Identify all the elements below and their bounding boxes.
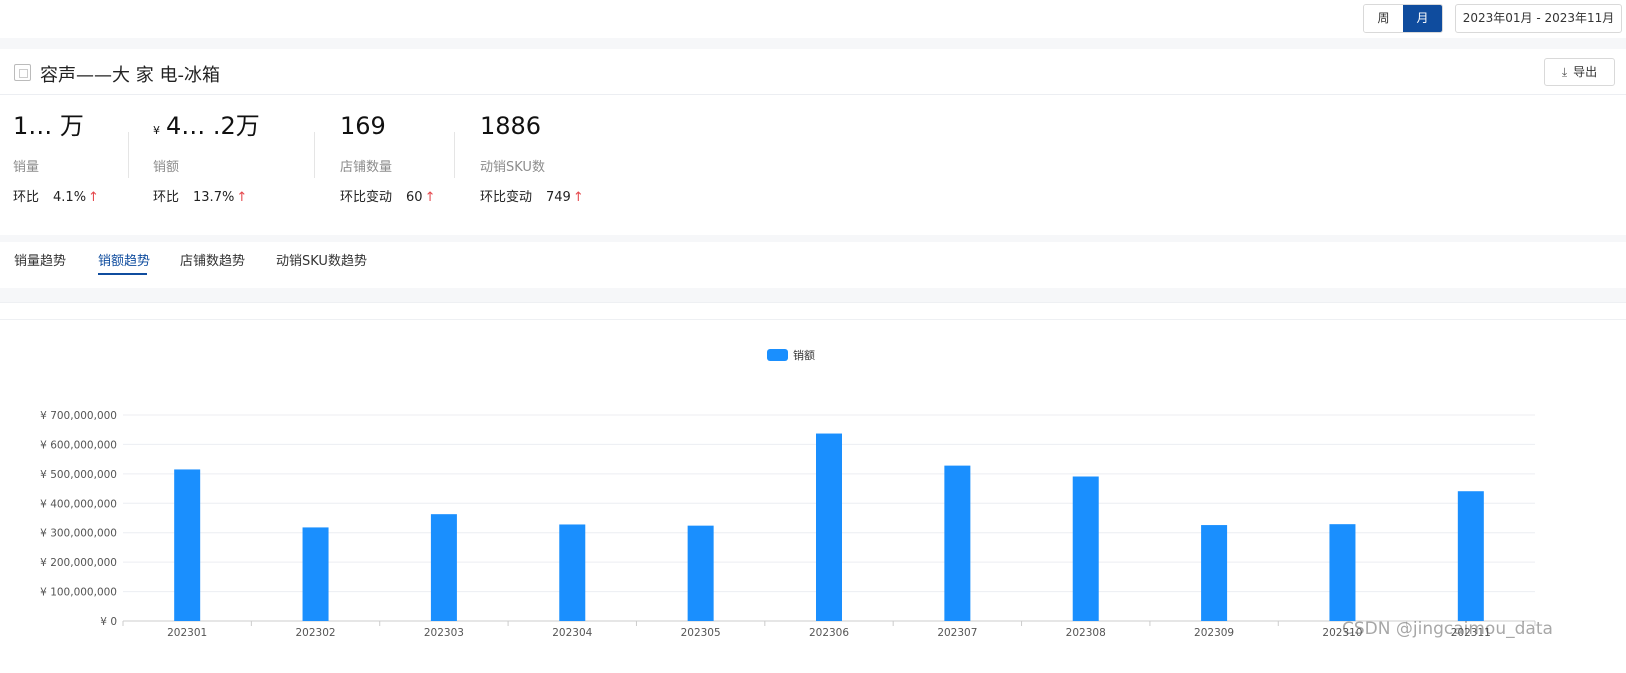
watermark: CSDN @jingcaimou_data (1342, 619, 1553, 639)
divider (454, 132, 455, 178)
metric-value: 169 (340, 112, 386, 140)
y-tick-label: ¥ 0 (100, 616, 117, 628)
metric-change: 环比 4.1% ↑ (13, 186, 99, 205)
metric-label: 销量 (13, 160, 40, 175)
bar (687, 525, 714, 621)
y-tick-label: ¥ 500,000,000 (40, 469, 117, 481)
bar (1072, 476, 1099, 621)
change-label: 环比变动 (480, 190, 533, 205)
card-header: 容声——大 家 电-冰箱 ⤓ 导出 (0, 49, 1626, 95)
x-tick-label: 202308 (1066, 627, 1106, 639)
arrow-up-icon: ↑ (236, 190, 248, 205)
download-icon: ⤓ (1561, 65, 1568, 79)
store-title: 容声——大 家 电-冰箱 (40, 65, 220, 86)
top-toolbar: 周 月 2023年01月 - 2023年11月 (0, 0, 1626, 38)
bar (944, 465, 971, 621)
metric-label: 销额 (153, 160, 180, 175)
bar (816, 433, 842, 621)
x-tick-label: 202307 (937, 627, 977, 639)
bar (174, 469, 201, 621)
x-tick-label: 202306 (809, 627, 849, 639)
change-value: 60 (406, 190, 423, 205)
y-tick-label: ¥ 700,000,000 (40, 410, 117, 422)
bar (430, 514, 457, 621)
trend-tabs: 销量趋势 销额趋势 店铺数趋势 动销SKU数趋势 (0, 242, 1626, 288)
metric-change: 环比 13.7% ↑ (153, 186, 247, 205)
arrow-up-icon: ↑ (88, 190, 99, 205)
metric-store-count: 169 店铺数量 环比变动 60 ↑ (340, 112, 435, 205)
legend-swatch (767, 349, 788, 361)
metric-sales-amount: ¥4… .2万 销额 环比 13.7% ↑ (153, 112, 260, 205)
arrow-up-icon: ↑ (424, 190, 436, 205)
metric-change: 环比变动 749 ↑ (480, 186, 584, 205)
metric-label: 店铺数量 (340, 160, 393, 175)
tab-sku-count-trend[interactable]: 动销SKU数趋势 (276, 250, 367, 269)
sales-amount-bar-chart: 销额 ¥ 0 ¥ 100,000,000 ¥ 200,000,000 ¥ 300,000… (40, 348, 1536, 639)
arrow-up-icon: ↑ (572, 190, 584, 205)
change-label: 环比 (13, 190, 40, 205)
x-tick-label: 202309 (1194, 627, 1234, 639)
y-tick-label: ¥ 400,000,000 (40, 498, 117, 510)
x-tick-label: 202302 (295, 627, 335, 639)
tab-sales-amount-trend[interactable]: 销额趋势 (98, 250, 150, 269)
change-value: 4.1% (53, 190, 87, 205)
metric-sku-count: 1886 动销SKU数 环比变动 749 ↑ (480, 112, 584, 205)
bar (1329, 524, 1356, 621)
change-value: 13.7% (193, 190, 235, 205)
period-toggle: 周 月 (1363, 4, 1443, 33)
bar (1457, 491, 1484, 621)
bar (1201, 525, 1228, 621)
bar (302, 527, 329, 621)
period-week-button[interactable]: 周 (1364, 5, 1403, 32)
active-tab-indicator (98, 273, 147, 275)
period-month-button[interactable]: 月 (1403, 5, 1442, 32)
y-tick-label: ¥ 600,000,000 (40, 439, 117, 451)
divider (314, 132, 315, 178)
change-label: 环比 (153, 190, 180, 205)
export-label: 导出 (1573, 65, 1598, 79)
metric-value: 1… 万 (13, 112, 84, 140)
y-tick-label: ¥ 300,000,000 (40, 528, 117, 540)
metric-sales-volume: 1… 万 销量 环比 4.1% ↑ (13, 112, 99, 205)
metric-value: ¥4… .2万 (153, 112, 260, 145)
change-label: 环比变动 (340, 190, 393, 205)
y-tick-label: ¥ 200,000,000 (40, 557, 117, 569)
divider (128, 132, 129, 178)
metric-value: 1886 (480, 112, 542, 140)
x-tick-label: 202304 (552, 627, 592, 639)
export-button[interactable]: ⤓ 导出 (1544, 58, 1615, 86)
date-range-picker[interactable]: 2023年01月 - 2023年11月 (1455, 4, 1622, 33)
x-tick-label: 202303 (424, 627, 464, 639)
legend-label: 销额 (793, 348, 815, 362)
tab-store-count-trend[interactable]: 店铺数趋势 (180, 250, 245, 269)
bar (559, 524, 586, 621)
x-tick-label: 202305 (681, 627, 721, 639)
x-tick-label: 202301 (167, 627, 207, 639)
metric-value-text: 4… .2万 (166, 112, 260, 140)
change-value: 749 (546, 190, 571, 205)
y-tick-label: ¥ 100,000,000 (40, 587, 117, 599)
currency-symbol: ¥ (153, 124, 160, 137)
store-logo-icon (14, 64, 31, 81)
metric-label: 动销SKU数 (480, 160, 545, 175)
metric-change: 环比变动 60 ↑ (340, 186, 435, 205)
tab-sales-volume-trend[interactable]: 销量趋势 (14, 250, 66, 269)
